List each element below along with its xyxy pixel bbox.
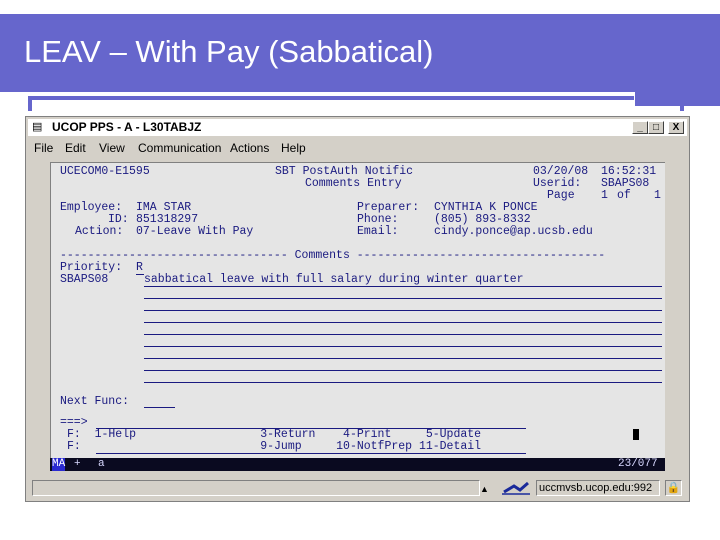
vertical-scrollbar[interactable] [665, 162, 681, 471]
action-label: Action: [75, 225, 124, 238]
title-rule-left-tick [28, 99, 32, 111]
comment-line-1[interactable]: sabbatical leave with full salary during… [144, 274, 524, 286]
comment-line-underline-3[interactable] [144, 310, 662, 311]
connection-logo-icon [498, 479, 534, 497]
lock-icon: 🔒 [665, 480, 682, 496]
menu-edit[interactable]: Edit [65, 141, 86, 155]
menu-communication[interactable]: Communication [138, 141, 221, 155]
title-background-corner [635, 14, 720, 106]
triangle-up-icon[interactable]: ▲ [480, 484, 489, 494]
terminal-status-line: MA + a 23/077 [50, 458, 665, 471]
terminal-screen[interactable]: UCECOM0-E1595 SBT PostAuth Notific Comme… [50, 162, 666, 459]
next-func-field[interactable] [144, 407, 175, 408]
function-keys-underline [96, 453, 526, 454]
page-number: 1 [601, 189, 608, 202]
title-rule [28, 96, 634, 100]
menu-view[interactable]: View [99, 141, 125, 155]
comment-line-underline-8[interactable] [144, 370, 662, 371]
maximize-button[interactable]: □ [648, 121, 664, 134]
priority-underline [136, 274, 144, 275]
next-func-label: Next Func: [60, 395, 130, 408]
comment-line-underline-6[interactable] [144, 346, 662, 347]
action-value: 07-Leave With Pay [136, 225, 254, 238]
cursor-position: 23/077 [618, 458, 658, 470]
terminal-window: ▤ UCOP PPS - A - L30TABJZ _ □ X File Edi… [25, 116, 690, 502]
status-a: a [98, 458, 105, 470]
window-titlebar[interactable]: ▤ UCOP PPS - A - L30TABJZ _ □ X [28, 119, 687, 136]
comment-line-underline-1 [144, 286, 662, 287]
function-keys-row-2[interactable]: F: 9-Jump 10-NotfPrep 11-Detail [67, 441, 481, 453]
comment-line-underline-9[interactable] [144, 382, 662, 383]
close-button[interactable]: X [668, 121, 684, 134]
menu-file[interactable]: File [34, 141, 53, 155]
minimize-button[interactable]: _ [632, 121, 648, 134]
text-cursor [633, 429, 639, 440]
terminal-app-icon[interactable]: ▤ [32, 121, 45, 134]
menu-help[interactable]: Help [281, 141, 306, 155]
comment-line-underline-7[interactable] [144, 358, 662, 359]
status-plus: + [74, 458, 81, 470]
menu-bar: File Edit View Communication Actions Hel… [28, 139, 687, 157]
priority-field[interactable]: R [136, 262, 143, 274]
menu-actions[interactable]: Actions [230, 141, 269, 155]
email-value: cindy.ponce@ap.ucsb.edu [434, 225, 593, 238]
comment-line-underline-4[interactable] [144, 322, 662, 323]
screen-subtitle: Comments Entry [305, 177, 402, 190]
slide-header: LEAV – With Pay (Sabbatical) [0, 0, 720, 111]
comment-line-underline-2[interactable] [144, 298, 662, 299]
host-address: uccmvsb.ucop.edu:992 [536, 480, 660, 496]
status-message-field [32, 480, 480, 496]
status-ma: MA [52, 458, 66, 471]
email-label: Email: [357, 225, 399, 238]
comment-userid: SBAPS08 [60, 273, 109, 286]
page-of: of [617, 189, 631, 202]
window-title: UCOP PPS - A - L30TABJZ [52, 120, 202, 134]
comment-line-underline-5[interactable] [144, 334, 662, 335]
slide-title: LEAV – With Pay (Sabbatical) [24, 34, 434, 69]
page-label: Page [547, 189, 575, 202]
page-total: 1 [654, 189, 661, 202]
screen-id: UCECOM0-E1595 [60, 165, 150, 178]
window-status-bar: ▲ uccmvsb.ucop.edu:992 🔒 [28, 477, 687, 499]
title-rule-right-tick [680, 99, 684, 111]
